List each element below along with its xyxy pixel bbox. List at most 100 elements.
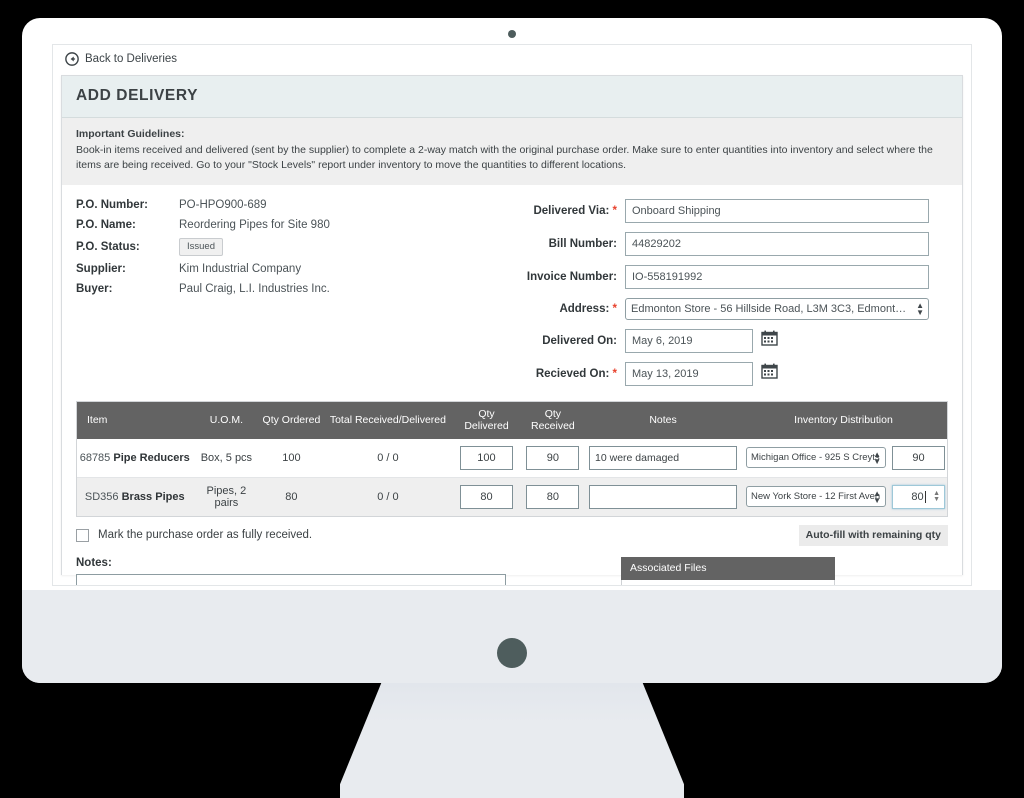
po-name-value: Reordering Pipes for Site 980 [179,218,330,231]
supplier-label: Supplier: [76,262,126,275]
items-header-row: Item U.O.M. Qty Ordered Total Received/D… [77,401,947,439]
qty-delivered-cell [453,438,520,478]
delivered-on-row: Delivered On: [521,328,948,353]
invoice-number-label: Invoice Number: [526,270,617,283]
qty-received-input[interactable] [526,484,580,509]
inventory-location-select-wrap: New York Store - 12 First Aven ▲ ▼ [746,486,886,508]
address-select[interactable]: Edmonton Store - 56 Hillside Road, L3M 3… [625,297,929,320]
guidelines-box: Important Guidelines: Book-in items rece… [62,118,962,185]
address-select-wrap: Edmonton Store - 56 Hillside Road, L3M 3… [625,297,929,320]
supplier-value: Kim Industrial Company [179,262,302,275]
page-title: ADD DELIVERY [76,87,199,104]
item-name: Brass Pipes [121,490,185,503]
guidelines-body: Book-in items received and delivered (se… [76,144,933,172]
calendar-icon[interactable] [761,330,778,351]
back-bar: Back to Deliveries [53,45,971,75]
supplier-row: Supplier: Kim Industrial Company [76,263,521,283]
col-qty-ordered: Qty Ordered [260,401,323,439]
row-notes-input[interactable] [589,484,738,509]
panel-header: ADD DELIVERY [62,76,962,118]
row-notes-input[interactable] [589,445,738,470]
delivered-on-input[interactable] [625,328,753,353]
required-marker: * [612,367,617,380]
power-button[interactable] [497,638,527,668]
trash-icon[interactable] [808,584,827,585]
below-table-bar: Mark the purchase order as fully receive… [76,524,948,546]
row-notes-cell [586,438,740,478]
text-caret [924,490,926,503]
address-row: Address: * Edmonton Store - 56 Hillside … [521,297,948,320]
inventory-location-select[interactable]: New York Store - 12 First Aven [746,486,886,508]
qty-delivered-input[interactable] [459,484,513,509]
bill-number-input[interactable] [625,231,929,256]
items-table: Item U.O.M. Qty Ordered Total Received/D… [77,401,947,516]
calendar-icon[interactable] [761,363,778,384]
monitor-screen: Back to Deliveries ADD DELIVERY Importan… [52,44,972,586]
qty-delivered-input[interactable] [459,445,513,470]
mark-received-checkbox[interactable] [76,528,89,542]
col-inventory-distribution: Inventory Distribution [740,401,947,439]
item-sku: SD356 [84,490,119,503]
webcam-icon [508,30,516,38]
received-on-label: Recieved On: * [535,367,617,380]
inventory-distribution-group: New York Store - 12 First Aven ▲ ▼ 80 ▲ ▼ [742,484,945,509]
item-cell: 68785 Pipe Reducers [77,438,193,478]
col-item: Item [77,401,193,439]
associated-files-column: Associated Files Packing Slip.docx [621,556,835,585]
monitor-stand [340,683,684,798]
col-uom: U.O.M. [192,401,261,439]
notes-label: Notes: [76,556,112,569]
delivered-on-label: Delivered On: [542,334,617,347]
po-number-value: PO-HPO900-689 [179,198,267,211]
number-spinner-icon[interactable]: ▲ ▼ [933,490,940,503]
info-form-columns: P.O. Number: PO-HPO900-689 P.O. Name: Re… [62,185,962,395]
items-table-wrapper: Item U.O.M. Qty Ordered Total Received/D… [76,400,948,517]
qty-ordered-cell: 100 [260,438,323,478]
mark-received-row[interactable]: Mark the purchase order as fully receive… [76,528,312,542]
delivery-form: Delivered Via: * Bill Number: Invoice Nu… [521,198,948,395]
po-status-label: P.O. Status: [76,240,140,253]
qty-received-cell [520,477,586,516]
inventory-qty-input[interactable]: 80 ▲ ▼ [892,484,945,509]
delivered-via-label: Delivered Via: * [533,204,617,217]
back-arrow-icon [65,52,79,66]
guidelines-heading: Important Guidelines: [76,128,185,140]
qty-received-input[interactable] [526,445,580,470]
address-label: Address: * [559,302,617,315]
po-number-row: P.O. Number: PO-HPO900-689 [76,199,521,219]
total-received-delivered-cell: 0 / 0 [322,438,454,478]
app-page: Back to Deliveries ADD DELIVERY Importan… [53,45,971,585]
back-to-deliveries-link[interactable]: Back to Deliveries [65,52,177,66]
po-name-label: P.O. Name: [76,218,136,231]
inventory-distribution-group: Michigan Office - 925 S Creyts ▲ ▼ [742,445,945,470]
uom-cell: Box, 5 pcs [192,438,261,478]
inventory-distribution-cell: New York Store - 12 First Aven ▲ ▼ 80 ▲ ▼ [740,477,947,516]
po-info-list: P.O. Number: PO-HPO900-689 P.O. Name: Re… [76,199,521,395]
col-qty-delivered: Qty Delivered [453,401,520,439]
add-delivery-panel: ADD DELIVERY Important Guidelines: Book-… [61,75,963,585]
items-table-head: Item U.O.M. Qty Ordered Total Received/D… [77,401,947,439]
inventory-qty-input[interactable] [892,445,945,470]
autofill-remaining-qty-button[interactable]: Auto-fill with remaining qty [798,524,948,546]
buyer-row: Buyer: Paul Craig, L.I. Industries Inc. [76,283,521,303]
monitor-chin [22,590,1002,683]
notes-column: Notes: [76,556,621,585]
required-marker: * [612,302,617,315]
received-on-input[interactable] [625,361,753,386]
table-row: 68785 Pipe Reducers Box, 5 pcs 100 0 / 0 [77,438,947,478]
inventory-location-select-wrap: Michigan Office - 925 S Creyts ▲ ▼ [746,447,886,469]
col-total-received-delivered: Total Received/Delivered [322,401,454,439]
total-received-delivered-cell: 0 / 0 [377,490,399,503]
invoice-number-input[interactable] [625,264,929,289]
col-qty-received: Qty Received [519,401,587,439]
row-notes-cell [586,477,740,516]
inventory-qty-value: 80 [911,490,924,503]
item-name: Pipe Reducers [113,451,190,464]
list-item: Packing Slip.docx [621,579,835,585]
required-marker: * [612,204,617,217]
delivered-via-input[interactable] [625,198,929,223]
received-on-row: Recieved On: * [521,361,948,386]
bill-number-label: Bill Number: [548,237,617,250]
notes-textarea[interactable] [76,573,506,585]
inventory-location-select[interactable]: Michigan Office - 925 S Creyts [746,447,886,469]
